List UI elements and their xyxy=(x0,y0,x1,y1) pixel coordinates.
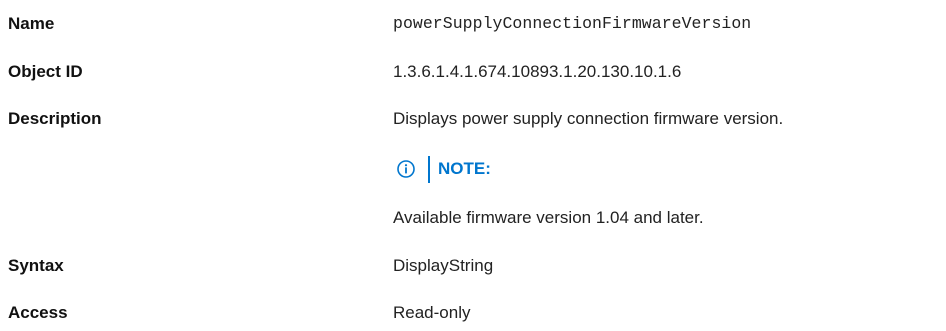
note-divider xyxy=(428,156,430,183)
access-value: Read-only xyxy=(393,303,471,322)
info-circle-icon xyxy=(397,160,415,178)
description-label: Description xyxy=(8,109,102,128)
syntax-label: Syntax xyxy=(8,256,64,275)
note-text: Available firmware version 1.04 and late… xyxy=(393,208,704,227)
object-id-value: 1.3.6.1.4.1.674.10893.1.20.130.10.1.6 xyxy=(393,62,682,81)
name-value: powerSupplyConnectionFirmwareVersion xyxy=(393,14,752,33)
object-id-label: Object ID xyxy=(8,62,83,81)
syntax-value: DisplayString xyxy=(393,256,494,275)
access-label: Access xyxy=(8,303,68,322)
name-label: Name xyxy=(8,14,55,33)
description-value: Displays power supply connection firmwar… xyxy=(393,109,784,128)
note-title: NOTE: xyxy=(438,159,491,178)
